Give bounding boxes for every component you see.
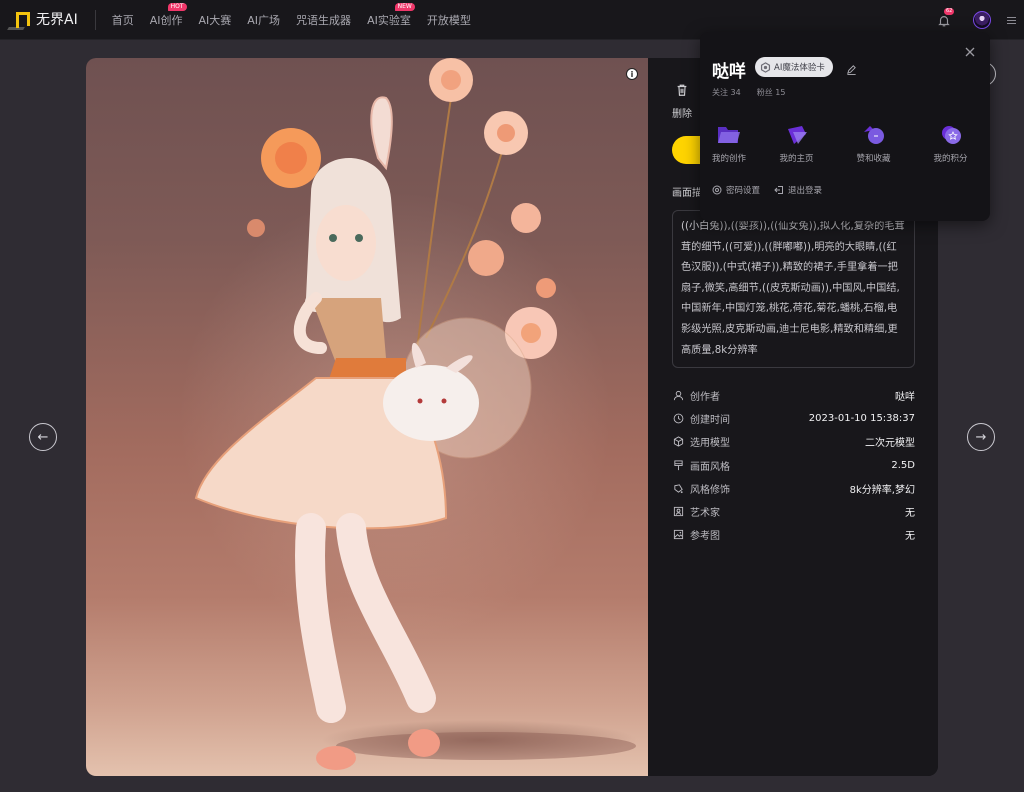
nav-item-open-models[interactable]: 开放模型 <box>427 12 471 28</box>
delete-label: 删除 <box>672 109 692 120</box>
meta-row-created-time: 创建时间 2023-01-10 15:38:37 <box>672 407 915 430</box>
homepage-icon <box>784 124 810 146</box>
shortcut-my-creations[interactable]: 我的创作 <box>700 124 758 164</box>
artwork-illustration <box>194 58 636 770</box>
image-icon <box>672 529 684 541</box>
meta-list: 创作者 哒咩 创建时间 2023-01-10 15:38:37 选用模型 二次元… <box>672 384 915 546</box>
meta-value: 无 <box>905 508 915 520</box>
likes-icon <box>861 124 887 146</box>
logout-icon <box>774 186 784 194</box>
pencil-icon <box>847 65 856 75</box>
brush-icon <box>672 459 684 471</box>
hot-badge: HOT <box>167 2 187 11</box>
shortcut-my-points[interactable]: 我的积分 <box>912 124 989 164</box>
points-icon <box>938 124 964 146</box>
nav-item-prompt-generator[interactable]: 咒语生成器 <box>296 12 351 28</box>
nav-divider <box>94 9 96 30</box>
logo-text: 无界AI <box>36 11 78 28</box>
nav-item-ai-create[interactable]: AI创作 HOT <box>149 2 187 28</box>
meta-key: 创建时间 <box>690 415 730 427</box>
meta-value: 哒咩 <box>895 392 915 404</box>
nav-item-ai-square[interactable]: AI广场 <box>247 12 280 28</box>
link-label: 退出登录 <box>788 186 823 196</box>
shortcut-my-homepage[interactable]: 我的主页 <box>758 124 835 164</box>
next-button[interactable]: → <box>967 423 995 451</box>
palette-icon <box>672 482 684 494</box>
username: 哒咩 <box>712 62 746 82</box>
meta-row-modifiers: 风格修饰 8k分辨率,梦幻 <box>672 477 915 500</box>
meta-value: 2.5D <box>891 459 915 471</box>
menu-icon[interactable] <box>1007 15 1016 26</box>
edit-profile-button[interactable] <box>846 60 857 75</box>
nav-item-ai-contest[interactable]: AI大赛 <box>199 12 232 28</box>
user-stats: 关注 34 粉丝 15 <box>712 87 801 98</box>
nav-label: AI创作 <box>149 13 183 27</box>
meta-value: 2023-01-10 15:38:37 <box>808 413 915 425</box>
info-icon[interactable]: i <box>626 68 638 80</box>
nav-label: AI实验室 <box>367 13 411 27</box>
meta-key: 创作者 <box>690 392 720 404</box>
bell-icon <box>938 16 950 27</box>
nav-label: 咒语生成器 <box>296 13 352 27</box>
meta-value: 二次元模型 <box>865 438 915 450</box>
prompt-text: ((小白兔)),((婴孩)),((仙女兔)),拟人化,复杂的毛茸茸的细节,((可… <box>672 210 915 368</box>
notifications-button[interactable]: 62 <box>937 8 955 27</box>
main-nav: 首页 AI创作 HOT AI大赛 AI广场 咒语生成器 AI实验室 NEW 开放模型 <box>112 0 487 40</box>
previous-button[interactable]: ← <box>29 423 57 451</box>
notification-count: 62 <box>944 8 955 15</box>
nav-item-home[interactable]: 首页 <box>112 12 134 28</box>
meta-row-creator: 创作者 哒咩 <box>672 384 915 407</box>
trash-icon <box>677 84 687 96</box>
meta-key: 风格修饰 <box>690 484 730 496</box>
portrait-icon <box>672 506 684 518</box>
meta-row-style: 画面风格 2.5D <box>672 454 915 477</box>
new-badge: NEW <box>394 2 415 11</box>
user-popup: 哒咩 AI魔法体验卡 关注 34 粉丝 15 我的创作 我的主页 赞和收藏 我的… <box>700 32 990 221</box>
shortcut-label: 我的创作 <box>711 154 746 164</box>
arrow-right-icon: → <box>975 429 987 445</box>
meta-key: 选用模型 <box>690 438 730 450</box>
popup-links: 密码设置 退出登录 <box>712 184 836 196</box>
logout-link[interactable]: 退出登录 <box>774 184 822 196</box>
password-settings-link[interactable]: 密码设置 <box>712 184 760 196</box>
membership-badge[interactable]: AI魔法体验卡 <box>755 57 833 77</box>
following-count[interactable]: 关注 34 <box>712 87 741 98</box>
delete-button[interactable]: 删除 <box>670 82 694 120</box>
shield-icon <box>760 61 771 73</box>
meta-row-reference: 参考图 无 <box>672 523 915 546</box>
meta-row-model: 选用模型 二次元模型 <box>672 430 915 453</box>
close-icon <box>965 47 975 57</box>
nav-item-ai-lab[interactable]: AI实验室 NEW <box>367 2 415 28</box>
user-avatar[interactable] <box>973 11 991 29</box>
cube-icon <box>672 436 684 448</box>
nav-label: AI广场 <box>247 13 281 27</box>
logo[interactable]: 无界AI <box>7 0 78 40</box>
meta-key: 艺术家 <box>690 508 720 520</box>
arrow-left-icon: ← <box>37 429 49 445</box>
logo-mark-icon <box>7 10 34 30</box>
clock-icon <box>672 413 684 425</box>
shortcut-label: 赞和收藏 <box>856 154 891 164</box>
link-label: 密码设置 <box>726 186 761 196</box>
followers-count[interactable]: 粉丝 15 <box>757 87 786 98</box>
shortcut-likes-favorites[interactable]: 赞和收藏 <box>835 124 912 164</box>
nav-label: 首页 <box>111 13 134 27</box>
membership-badge-label: AI魔法体验卡 <box>774 63 825 73</box>
nav-label: AI大赛 <box>198 13 232 27</box>
shortcut-label: 我的主页 <box>779 154 814 164</box>
artwork-image[interactable]: i <box>86 58 648 776</box>
settings-icon <box>712 185 722 195</box>
user-icon <box>672 390 684 402</box>
popup-shortcuts: 我的创作 我的主页 赞和收藏 我的积分 <box>700 124 990 164</box>
nav-label: 开放模型 <box>426 13 471 27</box>
shortcut-label: 我的积分 <box>933 154 968 164</box>
meta-key: 画面风格 <box>690 461 730 473</box>
meta-value: 无 <box>905 531 915 543</box>
popup-close-button[interactable] <box>964 43 976 57</box>
meta-row-artist: 艺术家 无 <box>672 500 915 523</box>
folder-icon <box>716 124 742 146</box>
meta-value: 8k分辨率,梦幻 <box>849 484 915 496</box>
meta-key: 参考图 <box>690 531 720 543</box>
